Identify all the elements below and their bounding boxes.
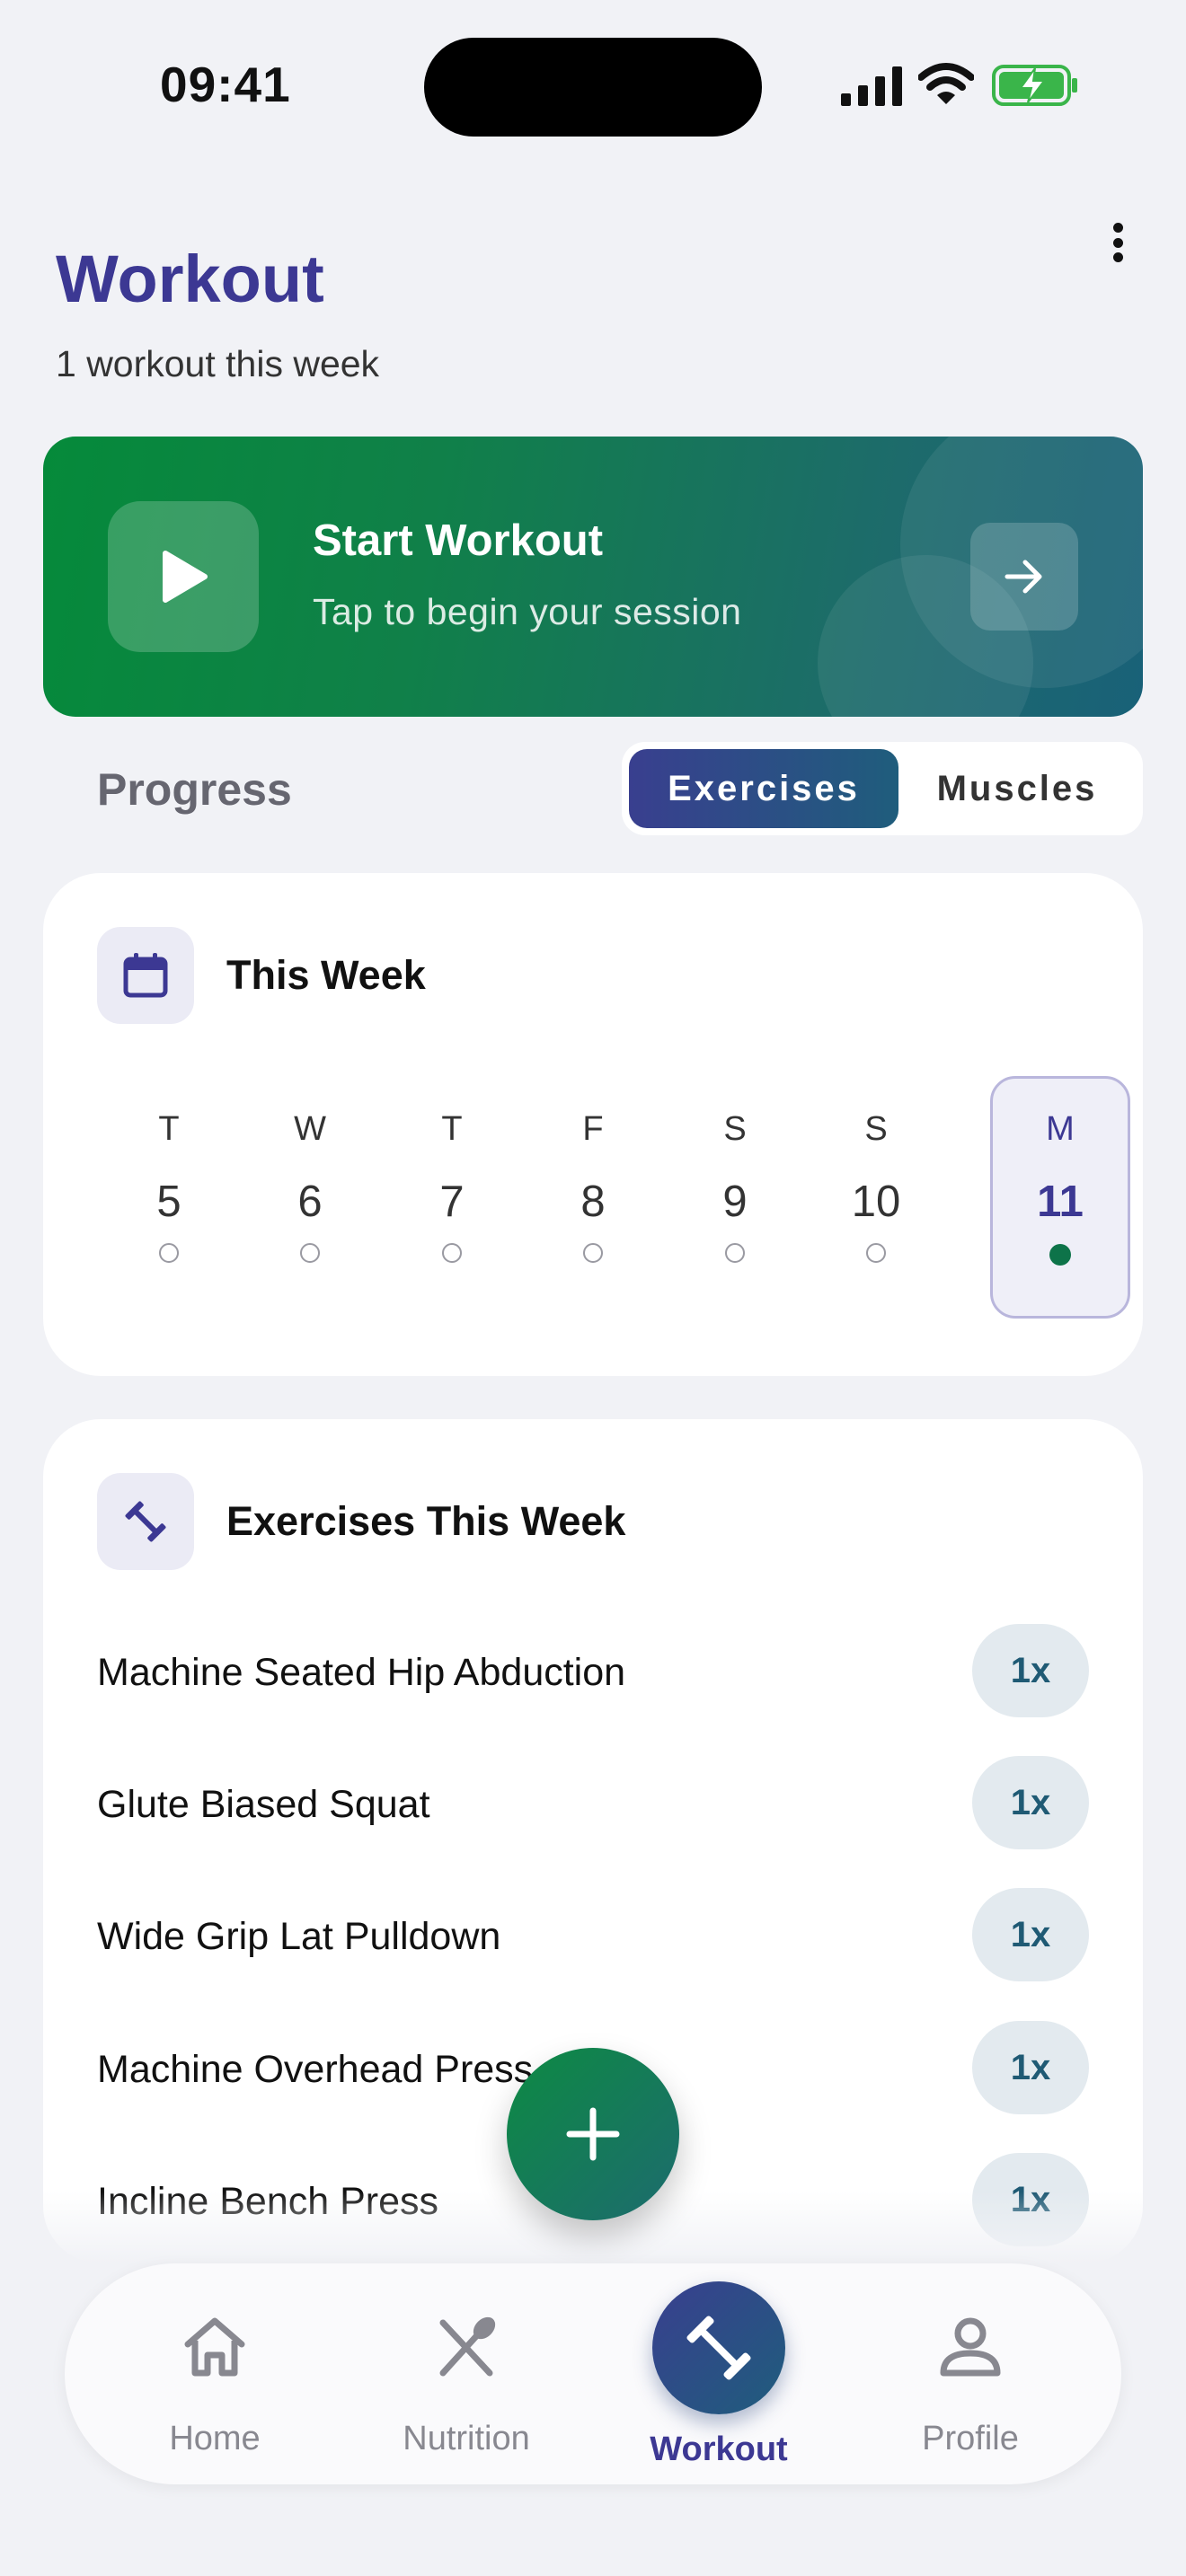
nav-home[interactable]: Home — [125, 2263, 305, 2484]
nav-label-nutrition: Nutrition — [403, 2420, 530, 2457]
calendar-icon-tile — [97, 927, 194, 1024]
plus-icon — [566, 2107, 620, 2161]
day-number: 8 — [580, 1178, 606, 1226]
progress-toggle: Exercises Muscles — [622, 742, 1143, 835]
more-dot — [1112, 237, 1123, 248]
nav-nutrition[interactable]: Nutrition — [376, 2263, 556, 2484]
bottom-nav: Home Nutrition Workout Profile — [65, 2263, 1121, 2484]
start-workout-title: Start Workout — [313, 516, 604, 565]
page-subtitle: 1 workout this week — [56, 343, 380, 384]
day-letter: T — [158, 1110, 180, 1148]
day-fri[interactable]: F 8 — [523, 1076, 663, 1319]
day-wed[interactable]: W 6 — [240, 1076, 380, 1319]
exercise-name: Wide Grip Lat Pulldown — [97, 1915, 501, 1958]
nav-label-home: Home — [169, 2420, 261, 2457]
add-button[interactable] — [507, 2048, 679, 2220]
dynamic-island — [424, 38, 762, 137]
day-number: 5 — [156, 1178, 181, 1226]
day-number: 6 — [297, 1178, 323, 1226]
nav-workout[interactable]: Workout — [629, 2263, 809, 2484]
arrow-right-icon — [1005, 560, 1042, 594]
week-days: T 5 W 6 T 7 F 8 S 9 S 10 M 11 — [99, 1076, 1130, 1319]
dumbbell-icon-tile — [97, 1473, 194, 1570]
toggle-exercises[interactable]: Exercises — [629, 749, 898, 828]
day-indicator — [583, 1243, 603, 1263]
day-indicator — [725, 1243, 745, 1263]
this-week-card: This Week T 5 W 6 T 7 F 8 S 9 S 10 M 11 — [43, 873, 1143, 1376]
home-icon — [184, 2317, 245, 2377]
exercise-count-badge: 1x — [972, 1888, 1089, 1981]
exercise-count-badge: 1x — [972, 1756, 1089, 1849]
exercise-row[interactable]: Machine Seated Hip Abduction 1x — [97, 1624, 1089, 1717]
toggle-muscles[interactable]: Muscles — [898, 749, 1136, 828]
play-icon-tile — [108, 501, 259, 652]
day-number: 9 — [722, 1178, 748, 1226]
page-title: Workout — [56, 242, 324, 316]
start-workout-arrow-button[interactable] — [970, 523, 1078, 631]
exercises-this-week-title: Exercises This Week — [226, 1498, 626, 1544]
exercise-count-badge: 1x — [972, 1624, 1089, 1717]
day-indicator — [300, 1243, 320, 1263]
this-week-title: This Week — [226, 952, 426, 998]
wifi-icon — [918, 63, 974, 104]
nav-label-workout: Workout — [650, 2430, 788, 2468]
workout-done-indicator — [1049, 1244, 1071, 1266]
exercise-name: Machine Seated Hip Abduction — [97, 1651, 626, 1694]
exercise-name: Glute Biased Squat — [97, 1783, 430, 1826]
day-letter: M — [1046, 1110, 1075, 1148]
day-number: 7 — [439, 1178, 465, 1226]
more-dot — [1112, 223, 1123, 233]
status-time: 09:41 — [160, 57, 291, 112]
progress-label: Progress — [97, 764, 292, 815]
day-letter: S — [723, 1110, 747, 1148]
nav-profile[interactable]: Profile — [881, 2263, 1060, 2484]
day-thu[interactable]: T 7 — [382, 1076, 522, 1319]
day-indicator — [159, 1243, 179, 1263]
exercise-row[interactable]: Glute Biased Squat 1x — [97, 1756, 1089, 1849]
person-icon — [940, 2317, 1001, 2377]
more-dot — [1112, 252, 1123, 262]
day-indicator — [866, 1243, 886, 1263]
utensils-icon — [439, 2316, 496, 2377]
day-letter: F — [582, 1110, 604, 1148]
dumbbell-icon — [686, 2316, 751, 2380]
exercise-count-badge: 1x — [972, 2021, 1089, 2114]
day-letter: T — [441, 1110, 463, 1148]
day-indicator — [442, 1243, 462, 1263]
day-mon-today[interactable]: M 11 — [990, 1076, 1130, 1319]
day-sun[interactable]: S 10 — [806, 1076, 946, 1319]
battery-charging-icon — [992, 65, 1077, 106]
day-letter: W — [294, 1110, 326, 1148]
day-number: 11 — [1037, 1178, 1084, 1226]
exercise-row[interactable]: Wide Grip Lat Pulldown 1x — [97, 1888, 1089, 1981]
exercise-name: Machine Overhead Press — [97, 2048, 534, 2091]
cellular-signal-icon — [841, 66, 902, 106]
play-icon — [163, 551, 208, 603]
day-tue[interactable]: T 5 — [99, 1076, 239, 1319]
day-sat[interactable]: S 9 — [665, 1076, 805, 1319]
nav-active-indicator — [652, 2281, 785, 2414]
day-number: 10 — [851, 1178, 901, 1226]
workout-screen: 09:41 Workout 1 workout this week Start … — [0, 0, 1186, 2576]
start-workout-card[interactable]: Start Workout Tap to begin your session — [43, 437, 1143, 717]
day-letter: S — [864, 1110, 888, 1148]
calendar-icon — [123, 953, 168, 998]
dumbbell-icon — [125, 1501, 166, 1542]
nav-label-profile: Profile — [922, 2420, 1019, 2457]
start-workout-subtitle: Tap to begin your session — [313, 591, 742, 632]
more-options-button[interactable] — [1102, 216, 1134, 269]
